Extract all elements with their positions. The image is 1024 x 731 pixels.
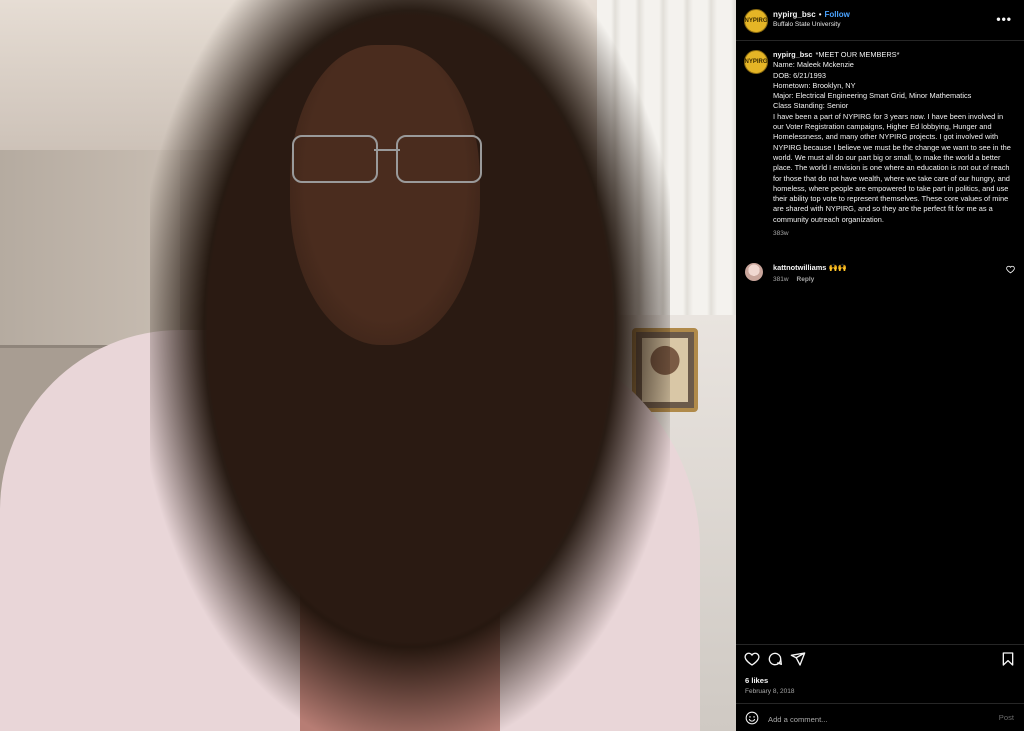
post-header: NYPIRG nypirg_bsc • Follow Buffalo State U… [736,0,1024,40]
commenter-username[interactable]: kattnotwilliams [773,263,826,272]
comment-input[interactable] [766,709,990,729]
comment-meta: 381w Reply [773,276,814,283]
post-location[interactable]: Buffalo State University [773,20,850,29]
follow-button[interactable]: Follow [825,10,850,19]
comment-item: kattnotwilliams 🙌🙌 381w Reply [736,260,1024,290]
reply-button[interactable]: Reply [797,276,815,283]
emoji-icon[interactable] [745,711,759,725]
like-count[interactable]: 6 likes [745,676,768,685]
caption-line: Name: Maleek Mckenzie [773,60,854,70]
caption-line: Hometown: Brooklyn, NY [773,80,856,90]
caption-author-avatar[interactable]: NYPIRG [744,50,768,74]
person-face [290,45,480,345]
heart-icon[interactable] [744,651,760,667]
caption-line-text: *MEET OUR MEMBERS* [815,50,900,59]
caption-line: nypirg_bsc *MEET OUR MEMBERS* [773,50,1013,60]
caption-username[interactable]: nypirg_bsc [773,50,812,59]
post-comment-button[interactable]: Post [999,713,1014,722]
header-divider [736,40,1024,41]
instagram-post-modal: NYPIRG nypirg_bsc • Follow Buffalo State U… [0,0,1024,731]
comment-like-icon[interactable] [1006,265,1015,274]
caption-line: Major: Electrical Engineering Smart Grid… [773,91,972,101]
glasses-lens-left [292,135,378,183]
add-comment-divider [736,703,1024,704]
add-comment-bar: Post [736,706,1024,731]
author-avatar[interactable]: NYPIRG [744,9,768,33]
bookmark-icon[interactable] [1000,651,1016,667]
commenter-avatar[interactable] [745,263,763,281]
post-date[interactable]: February 8, 2018 [745,688,795,695]
caption-text: nypirg_bsc *MEET OUR MEMBERS* Name: Malee… [773,50,1013,239]
comment-timestamp[interactable]: 381w [773,276,789,283]
post-image[interactable] [0,0,736,731]
more-horizontal-icon[interactable]: ••• [996,12,1012,26]
person-glasses [292,135,482,183]
comment-body: 🙌🙌 [828,263,847,272]
avatar-logo-text: NYPIRG [744,59,768,65]
caption-line: I have been a part of NYPIRG for 3 years… [773,111,1011,224]
avatar-logo-text: NYPIRG [744,18,768,24]
author-username[interactable]: nypirg_bsc [773,10,816,19]
caption-line: Class Standing: Senior [773,101,849,111]
separator-dot: • [818,10,822,19]
caption-timestamp[interactable]: 383w [773,229,1013,239]
comment-text: kattnotwilliams 🙌🙌 [773,263,847,273]
actions-divider [736,644,1024,645]
author-info: nypirg_bsc • Follow Buffalo State Universi… [773,9,850,29]
author-row: nypirg_bsc • Follow [773,9,850,20]
caption-line: DOB: 6/21/1993 [773,70,827,80]
glasses-lens-right [396,135,482,183]
comment-icon[interactable] [767,651,783,667]
post-side-panel: NYPIRG nypirg_bsc • Follow Buffalo State U… [736,0,1024,731]
send-icon[interactable] [790,651,806,667]
post-actions [736,648,1024,672]
